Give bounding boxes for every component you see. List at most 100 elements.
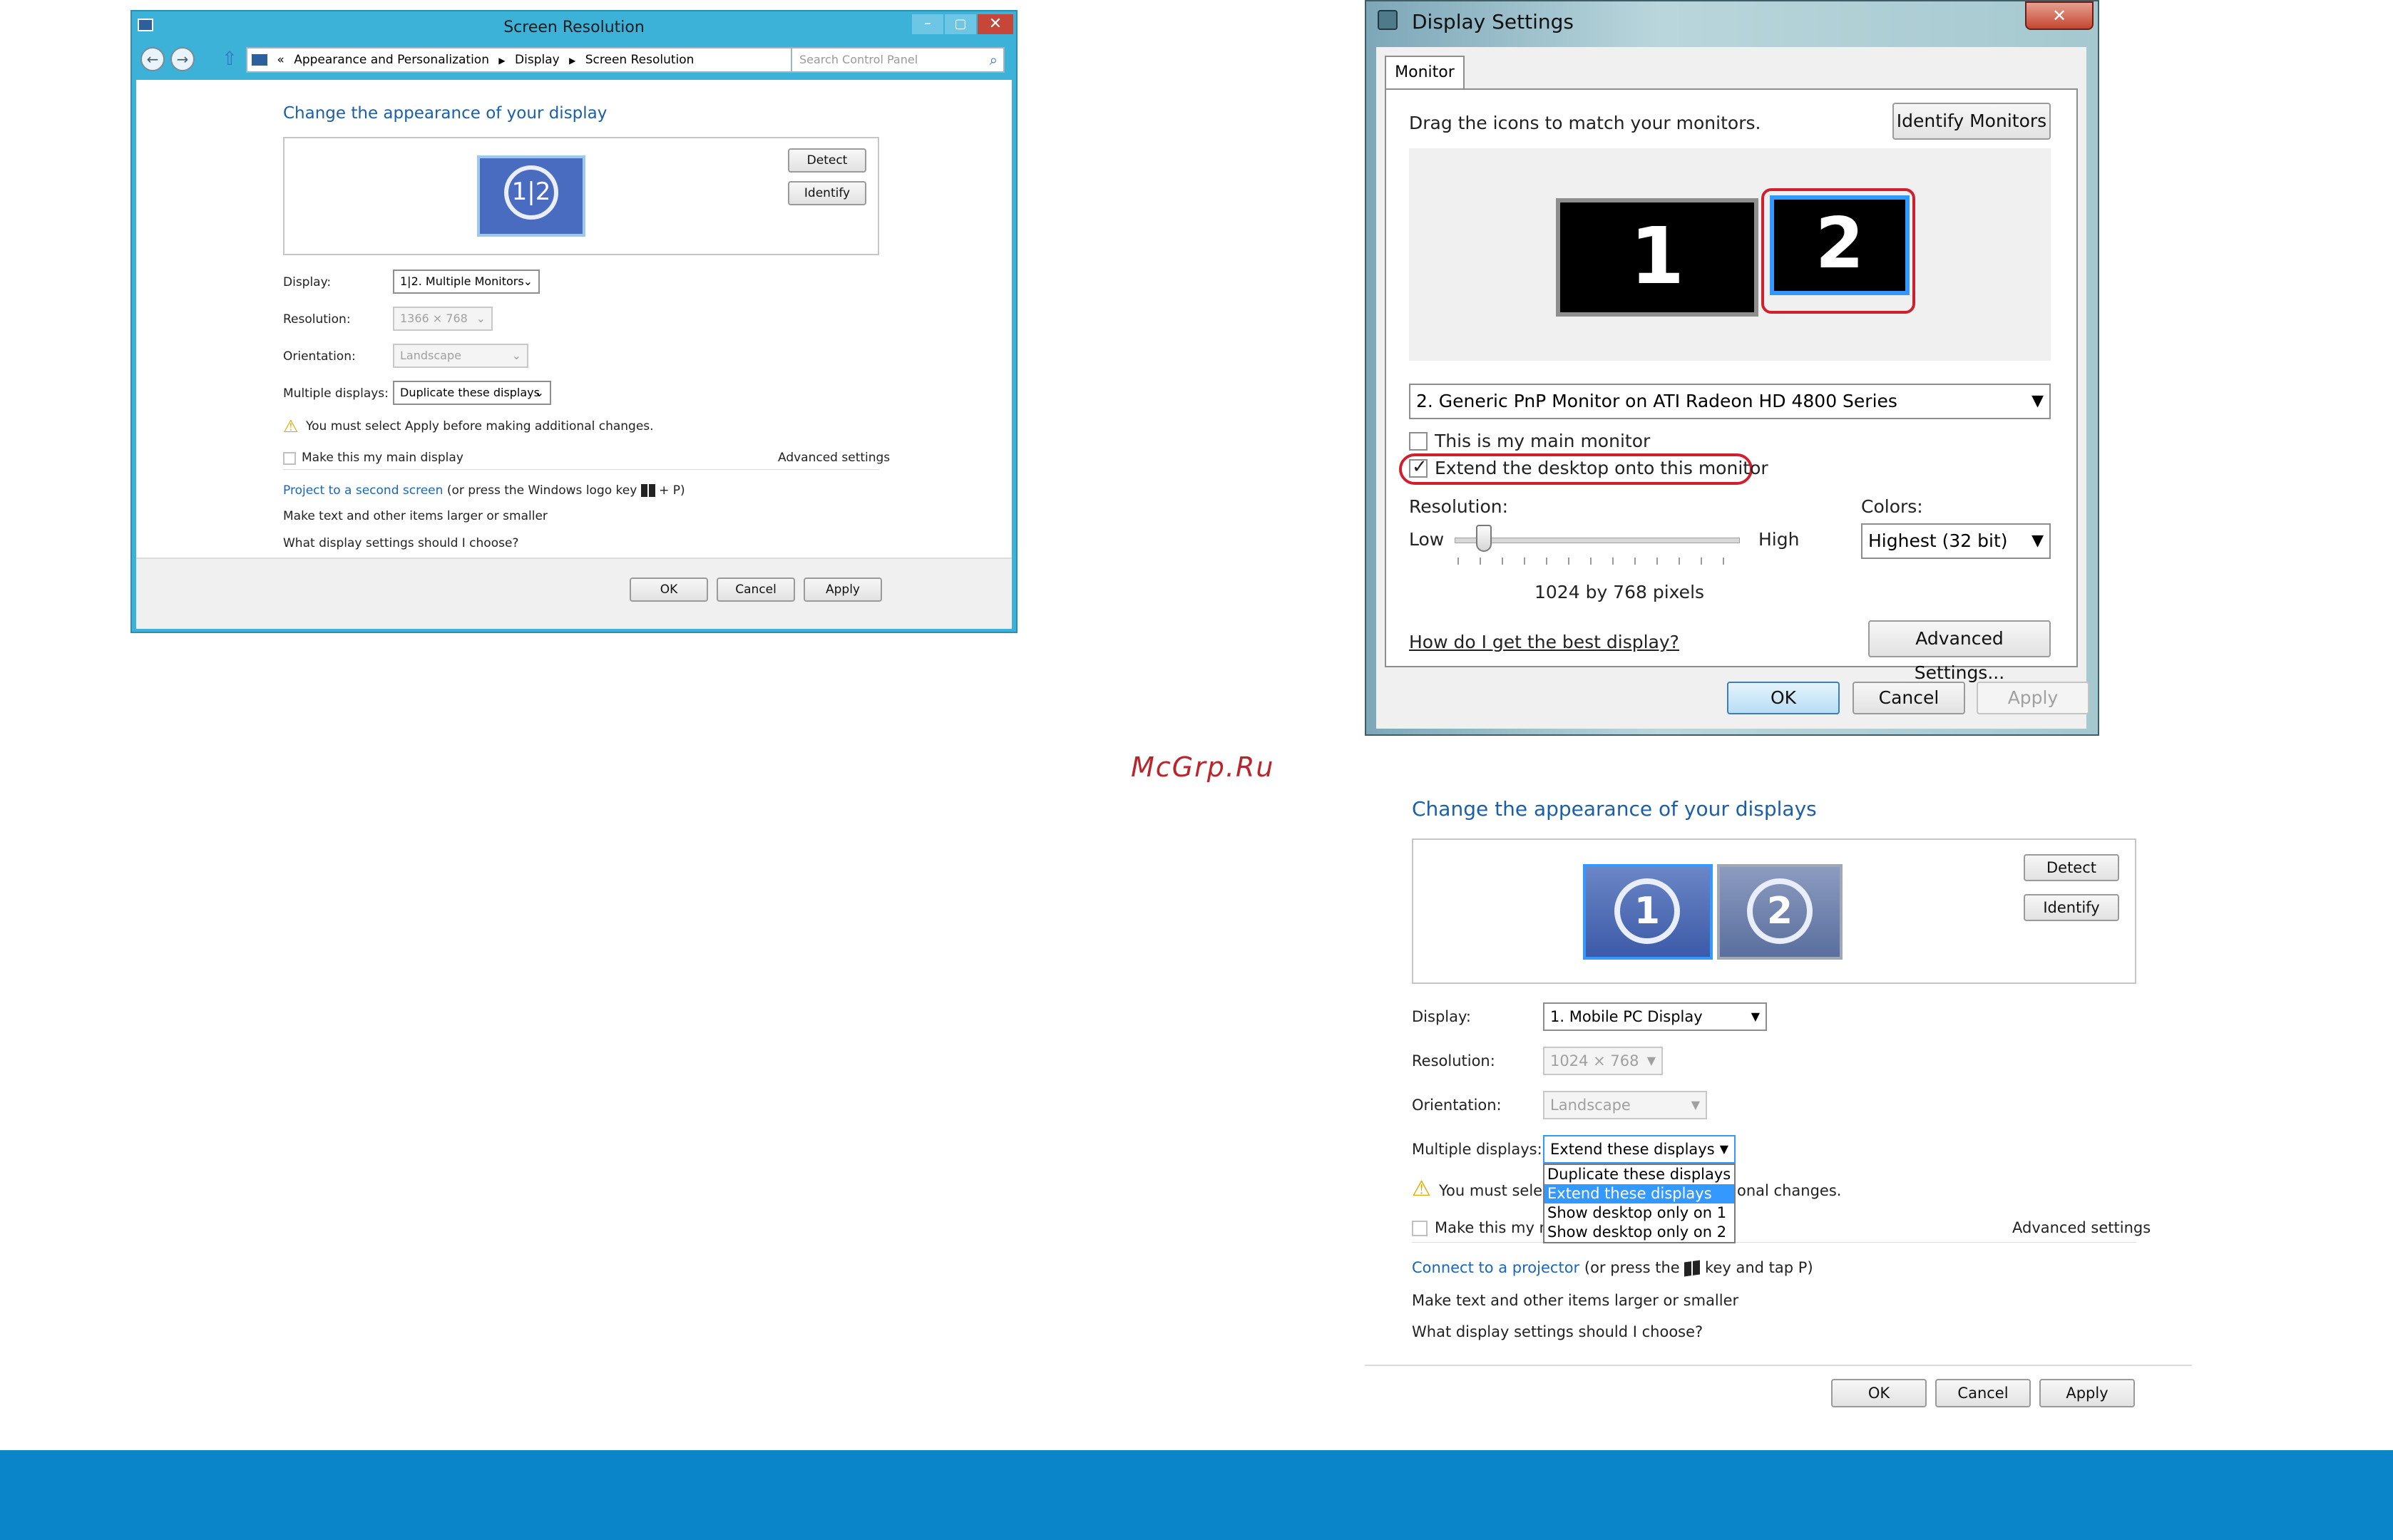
win7-display-label: Display: — [1412, 1008, 1471, 1025]
win7-resolution-label: Resolution: — [1412, 1052, 1495, 1069]
vista-ok-button[interactable]: OK — [1727, 682, 1840, 714]
colors-label: Colors: — [1861, 496, 1923, 517]
win7-panel: Change the appearance of your displays 1… — [1365, 784, 2192, 1426]
extend-desktop-label: Extend the desktop onto this monitor — [1435, 458, 1768, 478]
win8-window: Screen Resolution – ▢ ✕ ← → ⇧ « Appearan… — [130, 10, 1018, 633]
option-show-only-1[interactable]: Show desktop only on 1 — [1544, 1203, 1734, 1223]
win7-resolution-select[interactable]: 1024 × 768 ▼ — [1543, 1047, 1663, 1075]
breadcrumb-item-appearance[interactable]: Appearance and Personalization — [294, 53, 489, 67]
resolution-select[interactable]: 1366 × 768 ⌄ — [393, 307, 493, 331]
folder-icon — [252, 54, 267, 66]
option-show-only-2[interactable]: Show desktop only on 2 — [1544, 1223, 1734, 1242]
chevron-right-icon: ▶ — [569, 56, 576, 66]
win7-monitor-2-number: 2 — [1766, 890, 1793, 933]
colors-select[interactable]: Highest (32 bit) ▼ — [1861, 523, 2051, 559]
vista-close-button[interactable]: ✕ — [2025, 1, 2094, 30]
breadcrumb[interactable]: « Appearance and Personalization ▶ Displ… — [246, 47, 878, 73]
monitor-1-icon[interactable]: 1 — [1556, 198, 1758, 317]
monitor-select[interactable]: 2. Generic PnP Monitor on ATI Radeon HD … — [1409, 384, 2051, 419]
dropdown-arrow-icon: ▼ — [1646, 1054, 1656, 1067]
vista-apply-button[interactable]: Apply — [1977, 682, 2089, 714]
win8-search[interactable]: Search Control Panel ⌕ — [791, 47, 1005, 73]
advanced-settings-button[interactable]: Advanced Settings... — [1868, 620, 2051, 683]
win7-projector-hint-a: (or press the — [1584, 1259, 1680, 1276]
chevron-down-icon: ⌄ — [523, 274, 533, 288]
up-icon[interactable]: ⇧ — [222, 48, 237, 70]
best-display-link[interactable]: How do I get the best display? — [1409, 632, 1679, 652]
monitor-number: 1|2 — [511, 178, 551, 206]
breadcrumb-root[interactable]: « — [277, 53, 284, 67]
identify-monitors-button[interactable]: Identify Monitors — [1892, 103, 2051, 140]
project-second-screen-link[interactable]: Project to a second screen — [283, 483, 443, 498]
win7-monitor-box: 1 2 Detect Identify — [1412, 838, 2136, 984]
win8-content: Change the appearance of your display 1|… — [136, 80, 1012, 558]
win7-projector-row: Connect to a projector (or press the key… — [1412, 1259, 1813, 1277]
connect-projector-link[interactable]: Connect to a projector — [1412, 1259, 1579, 1276]
main-monitor-checkbox[interactable] — [1409, 432, 1428, 451]
win8-footer: OK Cancel Apply — [136, 558, 1012, 629]
win7-display-select[interactable]: 1. Mobile PC Display ▼ — [1543, 1002, 1767, 1031]
forward-icon[interactable]: → — [170, 47, 195, 71]
vista-cancel-button[interactable]: Cancel — [1853, 682, 1965, 714]
option-extend[interactable]: Extend these displays — [1544, 1184, 1734, 1203]
win7-monitor-1-icon[interactable]: 1 — [1583, 864, 1713, 960]
main-display-checkbox[interactable] — [283, 452, 296, 465]
win7-cancel-button[interactable]: Cancel — [1935, 1379, 2031, 1407]
win7-monitor-2-icon[interactable]: 2 — [1717, 864, 1843, 960]
win7-apply-button[interactable]: Apply — [2039, 1379, 2135, 1407]
cancel-button[interactable]: Cancel — [717, 578, 795, 602]
apply-button[interactable]: Apply — [804, 578, 882, 602]
resolution-slider-track[interactable] — [1455, 538, 1740, 543]
resolution-slider-thumb[interactable] — [1476, 525, 1492, 552]
win7-identify-button[interactable]: Identify — [2024, 894, 2119, 921]
minimize-button[interactable]: – — [912, 14, 943, 34]
resolution-label: Resolution: — [283, 312, 351, 327]
win7-detect-button[interactable]: Detect — [2024, 854, 2119, 881]
tab-monitor-label: Monitor — [1395, 63, 1455, 81]
watermark: McGrp.Ru — [1131, 751, 1275, 783]
close-button[interactable]: ✕ — [978, 14, 1013, 34]
multiple-displays-select[interactable]: Duplicate these displays ⌄ — [393, 381, 551, 405]
breadcrumb-item-display[interactable]: Display — [515, 53, 560, 67]
text-size-link[interactable]: Make text and other items larger or smal… — [283, 509, 548, 523]
monitor-select-value: 2. Generic PnP Monitor on ATI Radeon HD … — [1416, 391, 1897, 411]
vista-titlebar[interactable]: Display Settings ✕ — [1366, 1, 2098, 44]
maximize-button[interactable]: ▢ — [945, 14, 976, 34]
win7-resolution-value: 1024 × 768 — [1550, 1052, 1639, 1069]
win7-multiple-select[interactable]: Extend these displays ▼ — [1543, 1135, 1736, 1164]
monitor-2-number: 2 — [1815, 203, 1865, 284]
project-hint-a: (or press the Windows logo key — [446, 483, 637, 498]
monitor-icon[interactable]: 1|2 — [477, 155, 585, 237]
monitor-2-icon[interactable]: 2 — [1770, 195, 1910, 295]
win7-main-display-checkbox[interactable] — [1412, 1221, 1428, 1236]
orientation-select[interactable]: Landscape ⌄ — [393, 344, 528, 368]
orientation-select-value: Landscape — [400, 349, 461, 362]
win7-display-value: 1. Mobile PC Display — [1550, 1008, 1703, 1025]
search-icon: ⌕ — [989, 51, 998, 68]
ok-button[interactable]: OK — [630, 578, 708, 602]
warning-icon: ⚠ — [283, 416, 299, 436]
display-select[interactable]: 1|2. Multiple Monitors ⌄ — [393, 270, 540, 294]
win7-orientation-select[interactable]: Landscape ▼ — [1543, 1091, 1707, 1119]
breadcrumb-item-screen-resolution[interactable]: Screen Resolution — [585, 53, 695, 67]
win7-orientation-value: Landscape — [1550, 1097, 1631, 1114]
advanced-settings-link[interactable]: Advanced settings — [778, 451, 890, 465]
win8-titlebar[interactable]: Screen Resolution – ▢ ✕ — [132, 11, 1016, 43]
win7-projector-hint-b: key and tap P) — [1705, 1259, 1813, 1276]
identify-button[interactable]: Identify — [788, 181, 866, 205]
option-duplicate[interactable]: Duplicate these displays — [1544, 1165, 1734, 1184]
win7-text-size-link[interactable]: Make text and other items larger or smal… — [1412, 1292, 1738, 1309]
monitor-tab-panel: Drag the icons to match your monitors. I… — [1385, 88, 2078, 683]
search-input[interactable]: Search Control Panel — [799, 53, 918, 66]
extend-desktop-checkbox[interactable] — [1409, 456, 1428, 478]
win7-advanced-settings-link[interactable]: Advanced settings — [2012, 1219, 2151, 1236]
win7-display-help-link[interactable]: What display settings should I choose? — [1412, 1323, 1703, 1340]
detect-button[interactable]: Detect — [788, 148, 866, 173]
tab-monitor[interactable]: Monitor — [1385, 56, 1465, 90]
colors-select-value: Highest (32 bit) — [1868, 530, 2008, 551]
multiple-displays-value: Duplicate these displays — [400, 386, 540, 399]
display-help-link[interactable]: What display settings should I choose? — [283, 536, 518, 550]
win7-page-title: Change the appearance of your displays — [1412, 797, 1817, 821]
back-icon[interactable]: ← — [140, 47, 165, 71]
win7-ok-button[interactable]: OK — [1831, 1379, 1927, 1407]
